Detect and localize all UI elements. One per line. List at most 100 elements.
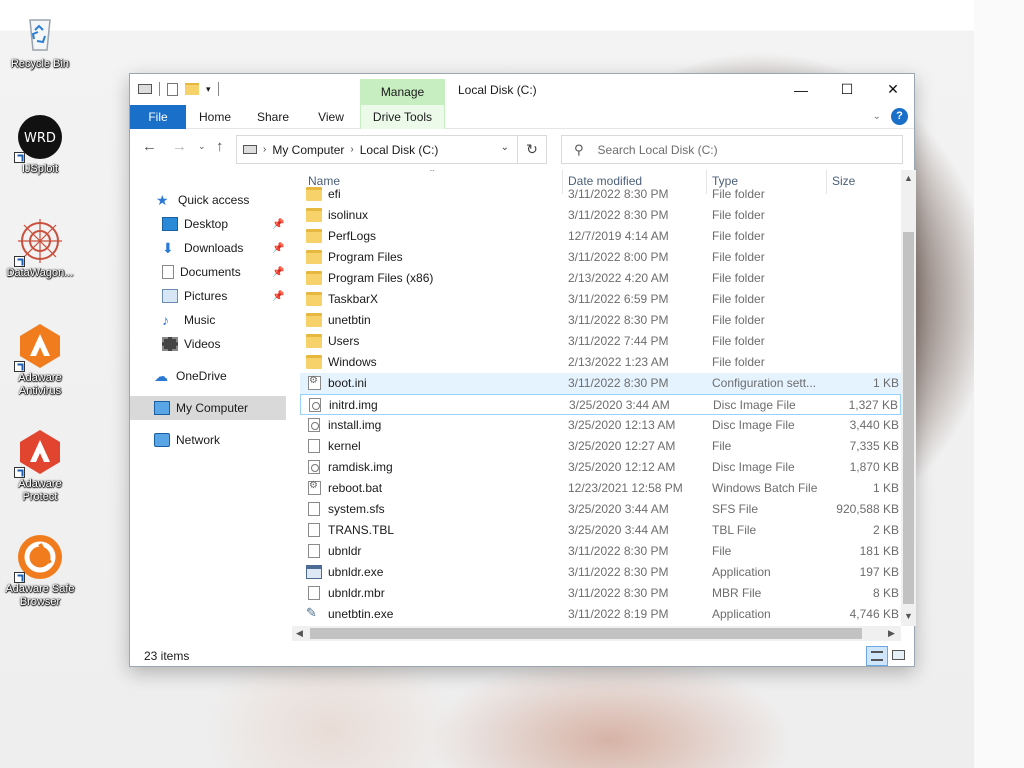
pin-icon[interactable]: 📌 [272, 219, 284, 230]
nav-network[interactable]: Network [130, 428, 290, 452]
file-row[interactable]: efi 3/11/2022 8:30 PM File folder [300, 184, 901, 205]
nav-label: Videos [184, 337, 221, 351]
drive-icon[interactable] [138, 84, 152, 94]
file-date-modified: 3/25/2020 12:27 AM [568, 439, 676, 453]
folder-icon [306, 187, 322, 201]
nav-label: My Computer [176, 401, 249, 415]
desktop-icon-adaware-antivirus[interactable]: Adaware Antivirus [0, 322, 80, 398]
file-row[interactable]: kernel 3/25/2020 12:27 AM File 7,335 KB [300, 436, 901, 457]
search-box[interactable]: ⚲ Search Local Disk (C:) [561, 135, 903, 164]
maximize-button[interactable]: ☐ [824, 74, 870, 105]
file-row[interactable]: ubnldr.exe 3/11/2022 8:30 PM Application 19… [300, 562, 901, 583]
file-row[interactable]: install.img 3/25/2020 12:13 AM Disc Image … [300, 415, 901, 436]
file-row[interactable]: isolinux 3/11/2022 8:30 PM File folder [300, 205, 901, 226]
file-name: TRANS.TBL [328, 523, 395, 537]
film-icon [162, 337, 178, 351]
file-row[interactable]: initrd.img 3/25/2020 3:44 AM Disc Image Fi… [300, 394, 901, 415]
file-row[interactable]: PerfLogs 12/7/2019 4:14 AM File folder [300, 226, 901, 247]
file-row[interactable]: ramdisk.img 3/25/2020 12:12 AM Disc Image … [300, 457, 901, 478]
file-row[interactable]: Program Files 3/11/2022 8:00 PM File folde… [300, 247, 901, 268]
folder-icon [306, 250, 322, 264]
file-row[interactable]: reboot.bat 12/23/2021 12:58 PM Windows Bat… [300, 478, 901, 499]
refresh-button[interactable]: ↻ [518, 135, 547, 164]
customize-toolbar-icon[interactable]: ▾ [206, 84, 211, 95]
address-dropdown-icon[interactable]: ⌄ [501, 142, 509, 153]
nav-quick-access[interactable]: ★ Quick access [130, 188, 290, 212]
nav-videos[interactable]: Videos [130, 332, 290, 356]
forward-button[interactable]: → [172, 138, 187, 155]
file-row[interactable]: ubnldr 3/11/2022 8:30 PM File 181 KB [300, 541, 901, 562]
file-type: Application [712, 565, 771, 579]
desktop-icon-adaware-protect[interactable]: Adaware Protect [0, 428, 80, 504]
pin-icon[interactable]: 📌 [272, 291, 284, 302]
breadcrumb-separator[interactable]: › [263, 144, 266, 155]
network-icon [154, 433, 170, 447]
file-row[interactable]: system.sfs 3/25/2020 3:44 AM SFS File 920,5… [300, 499, 901, 520]
tab-home[interactable]: Home [190, 105, 240, 129]
pin-icon[interactable]: 📌 [272, 267, 284, 278]
file-name: PerfLogs [328, 229, 377, 243]
file-row[interactable]: unetbtin.exe 3/11/2022 8:19 PM Application… [300, 604, 901, 625]
file-icon [308, 439, 320, 453]
scroll-up-arrow-icon[interactable]: ▲ [904, 173, 913, 183]
nav-documents[interactable]: Documents 📌 [130, 260, 290, 284]
breadcrumb-local-disk[interactable]: Local Disk (C:) [360, 143, 439, 157]
new-folder-icon[interactable] [185, 83, 199, 95]
nav-onedrive[interactable]: ☁ OneDrive [130, 364, 290, 388]
scroll-left-arrow-icon[interactable]: ◀ [296, 628, 303, 639]
ribbon-right-controls: ⌄ ? [873, 108, 908, 125]
close-button[interactable]: ✕ [870, 74, 916, 105]
horizontal-scrollbar[interactable]: ◀ ▶ [292, 626, 901, 641]
pin-icon[interactable]: 📌 [272, 243, 284, 254]
breadcrumb-separator[interactable]: › [350, 144, 353, 155]
nav-my-computer[interactable]: My Computer [130, 396, 286, 420]
tab-share[interactable]: Share [248, 105, 298, 129]
large-icons-view-button[interactable] [888, 646, 910, 666]
document-icon [162, 265, 174, 279]
desktop-icon-ijsploit[interactable]: WRD IJSploit [0, 113, 80, 176]
minimize-button[interactable]: — [778, 74, 824, 105]
file-row[interactable]: boot.ini 3/11/2022 8:30 PM Configuration s… [300, 373, 901, 394]
tab-view[interactable]: View [306, 105, 356, 129]
expand-ribbon-icon[interactable]: ⌄ [873, 111, 881, 122]
up-button[interactable]: ↑ [216, 138, 224, 155]
file-name: install.img [328, 418, 382, 432]
nav-pictures[interactable]: Pictures 📌 [130, 284, 290, 308]
properties-icon[interactable] [167, 82, 178, 96]
file-size: 1,870 KB [849, 460, 899, 474]
back-button[interactable]: ← [142, 138, 157, 155]
details-view-button[interactable] [866, 646, 888, 666]
manage-context-tab[interactable]: Manage [360, 79, 445, 105]
vertical-scrollbar[interactable]: ▲ ▼ [901, 170, 916, 626]
file-name: efi [328, 187, 341, 201]
vertical-scroll-thumb[interactable] [903, 232, 914, 604]
horizontal-scroll-thumb[interactable] [310, 628, 862, 639]
file-row[interactable]: unetbtin 3/11/2022 8:30 PM File folder [300, 310, 901, 331]
nav-downloads[interactable]: ⬇ Downloads 📌 [130, 236, 290, 260]
scroll-right-arrow-icon[interactable]: ▶ [888, 628, 895, 639]
breadcrumb-my-computer[interactable]: My Computer [272, 143, 344, 157]
address-bar[interactable]: › My Computer › Local Disk (C:) ⌄ [236, 135, 518, 164]
file-row[interactable]: Users 3/11/2022 7:44 PM File folder [300, 331, 901, 352]
desktop-icon-recycle-bin[interactable]: Recycle Bin [0, 8, 80, 71]
file-list: Name ⌃ Date modified Type Size efi 3/11/2… [300, 170, 901, 626]
file-row[interactable]: Windows 2/13/2022 1:23 AM File folder [300, 352, 901, 373]
navigation-pane: ★ Quick access Desktop 📌 ⬇ Downloads 📌 D… [130, 170, 290, 636]
tab-file[interactable]: File [130, 105, 186, 129]
nav-music[interactable]: ♪ Music [130, 308, 290, 332]
desktop-icon-datawagon[interactable]: DataWagon... [0, 217, 80, 280]
recent-locations-button[interactable]: ⌄ [198, 141, 206, 152]
tab-drive-tools[interactable]: Drive Tools [360, 105, 445, 129]
nav-desktop[interactable]: Desktop 📌 [130, 212, 290, 236]
picture-icon [162, 289, 178, 303]
folder-icon [306, 208, 322, 222]
help-button[interactable]: ? [891, 108, 908, 125]
scroll-down-arrow-icon[interactable]: ▼ [904, 611, 913, 621]
toolbar-divider [159, 82, 160, 96]
file-row[interactable]: ubnldr.mbr 3/11/2022 8:30 PM MBR File 8 KB [300, 583, 901, 604]
file-row[interactable]: Program Files (x86) 2/13/2022 4:20 AM File… [300, 268, 901, 289]
file-row[interactable]: TaskbarX 3/11/2022 6:59 PM File folder [300, 289, 901, 310]
file-size: 2 KB [872, 523, 899, 537]
desktop-icon-adaware-safe-browser[interactable]: Adaware Safe Browser [0, 533, 80, 609]
file-row[interactable]: TRANS.TBL 3/25/2020 3:44 AM TBL File 2 KB [300, 520, 901, 541]
